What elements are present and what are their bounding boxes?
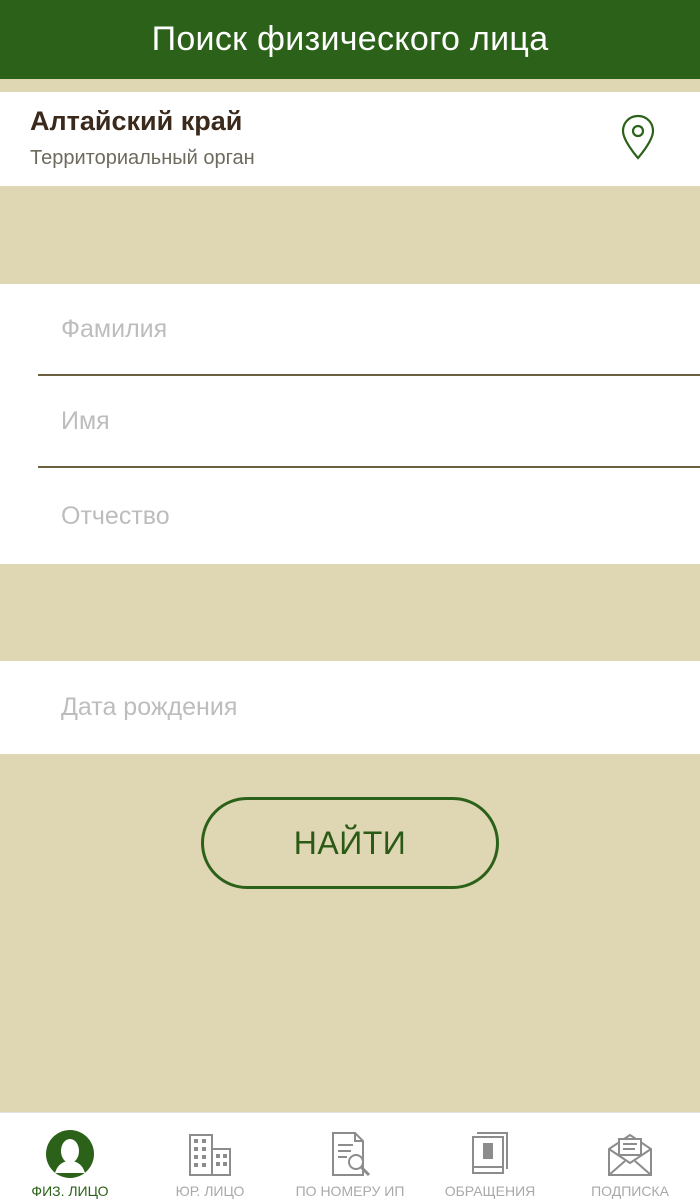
patronymic-input[interactable] bbox=[38, 470, 700, 562]
tab-label: ЮР. ЛИЦО bbox=[175, 1183, 245, 1199]
tab-label: ПОДПИСКА bbox=[591, 1183, 669, 1199]
name-fields-group bbox=[0, 284, 700, 564]
tab-individual[interactable]: ФИЗ. ЛИЦО bbox=[0, 1113, 140, 1204]
person-icon bbox=[46, 1130, 94, 1178]
book-icon bbox=[472, 1132, 508, 1174]
birth-date-group bbox=[0, 661, 700, 754]
tab-appeals[interactable]: ОБРАЩЕНИЯ bbox=[420, 1113, 560, 1204]
tab-label: ФИЗ. ЛИЦО bbox=[31, 1183, 109, 1199]
building-icon bbox=[189, 1134, 231, 1176]
tab-label: ОБРАЩЕНИЯ bbox=[444, 1183, 536, 1199]
first-name-input[interactable] bbox=[38, 376, 700, 468]
page-title: Поиск физического лица bbox=[151, 20, 549, 58]
envelope-icon bbox=[608, 1133, 652, 1176]
tab-label: ПО НОМЕРУ ИП bbox=[295, 1183, 405, 1199]
region-subtitle: Территориальный орган bbox=[30, 147, 255, 169]
last-name-input[interactable] bbox=[38, 284, 700, 376]
location-pin-icon[interactable] bbox=[620, 114, 656, 160]
tab-subscription[interactable]: ПОДПИСКА bbox=[560, 1113, 700, 1204]
tab-by-ip-number[interactable]: ПО НОМЕРУ ИП bbox=[280, 1113, 420, 1204]
region-selector[interactable]: Алтайский край Территориальный орган bbox=[0, 92, 700, 186]
document-search-icon bbox=[332, 1132, 371, 1177]
bottom-tab-bar: ФИЗ. ЛИЦО ЮР. ЛИЦО ПО НОМЕРУ ИП ОБРАЩЕНИ… bbox=[0, 1112, 700, 1204]
app-header: Поиск физического лица bbox=[0, 0, 700, 79]
birth-date-input[interactable] bbox=[38, 661, 700, 754]
find-button[interactable]: НАЙТИ bbox=[201, 797, 499, 889]
region-name: Алтайский край bbox=[30, 106, 243, 136]
tab-legal-entity[interactable]: ЮР. ЛИЦО bbox=[140, 1113, 280, 1204]
